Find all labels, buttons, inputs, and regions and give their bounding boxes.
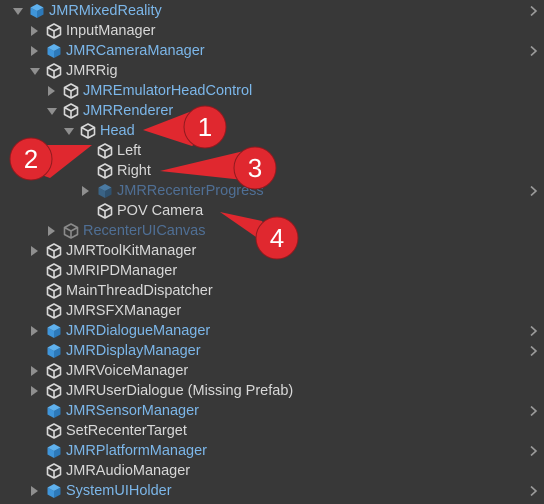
callout-4-number: 4 — [270, 223, 284, 253]
callout-1: 1 — [143, 105, 227, 149]
callout-2: 2 — [9, 137, 92, 181]
callout-overlay: 1 2 3 4 — [9, 105, 299, 260]
callout-2-number: 2 — [24, 144, 38, 174]
callout-3: 3 — [160, 146, 277, 190]
callout-4: 4 — [220, 212, 299, 260]
callout-3-number: 3 — [248, 153, 262, 183]
callout-1-number: 1 — [198, 112, 212, 142]
